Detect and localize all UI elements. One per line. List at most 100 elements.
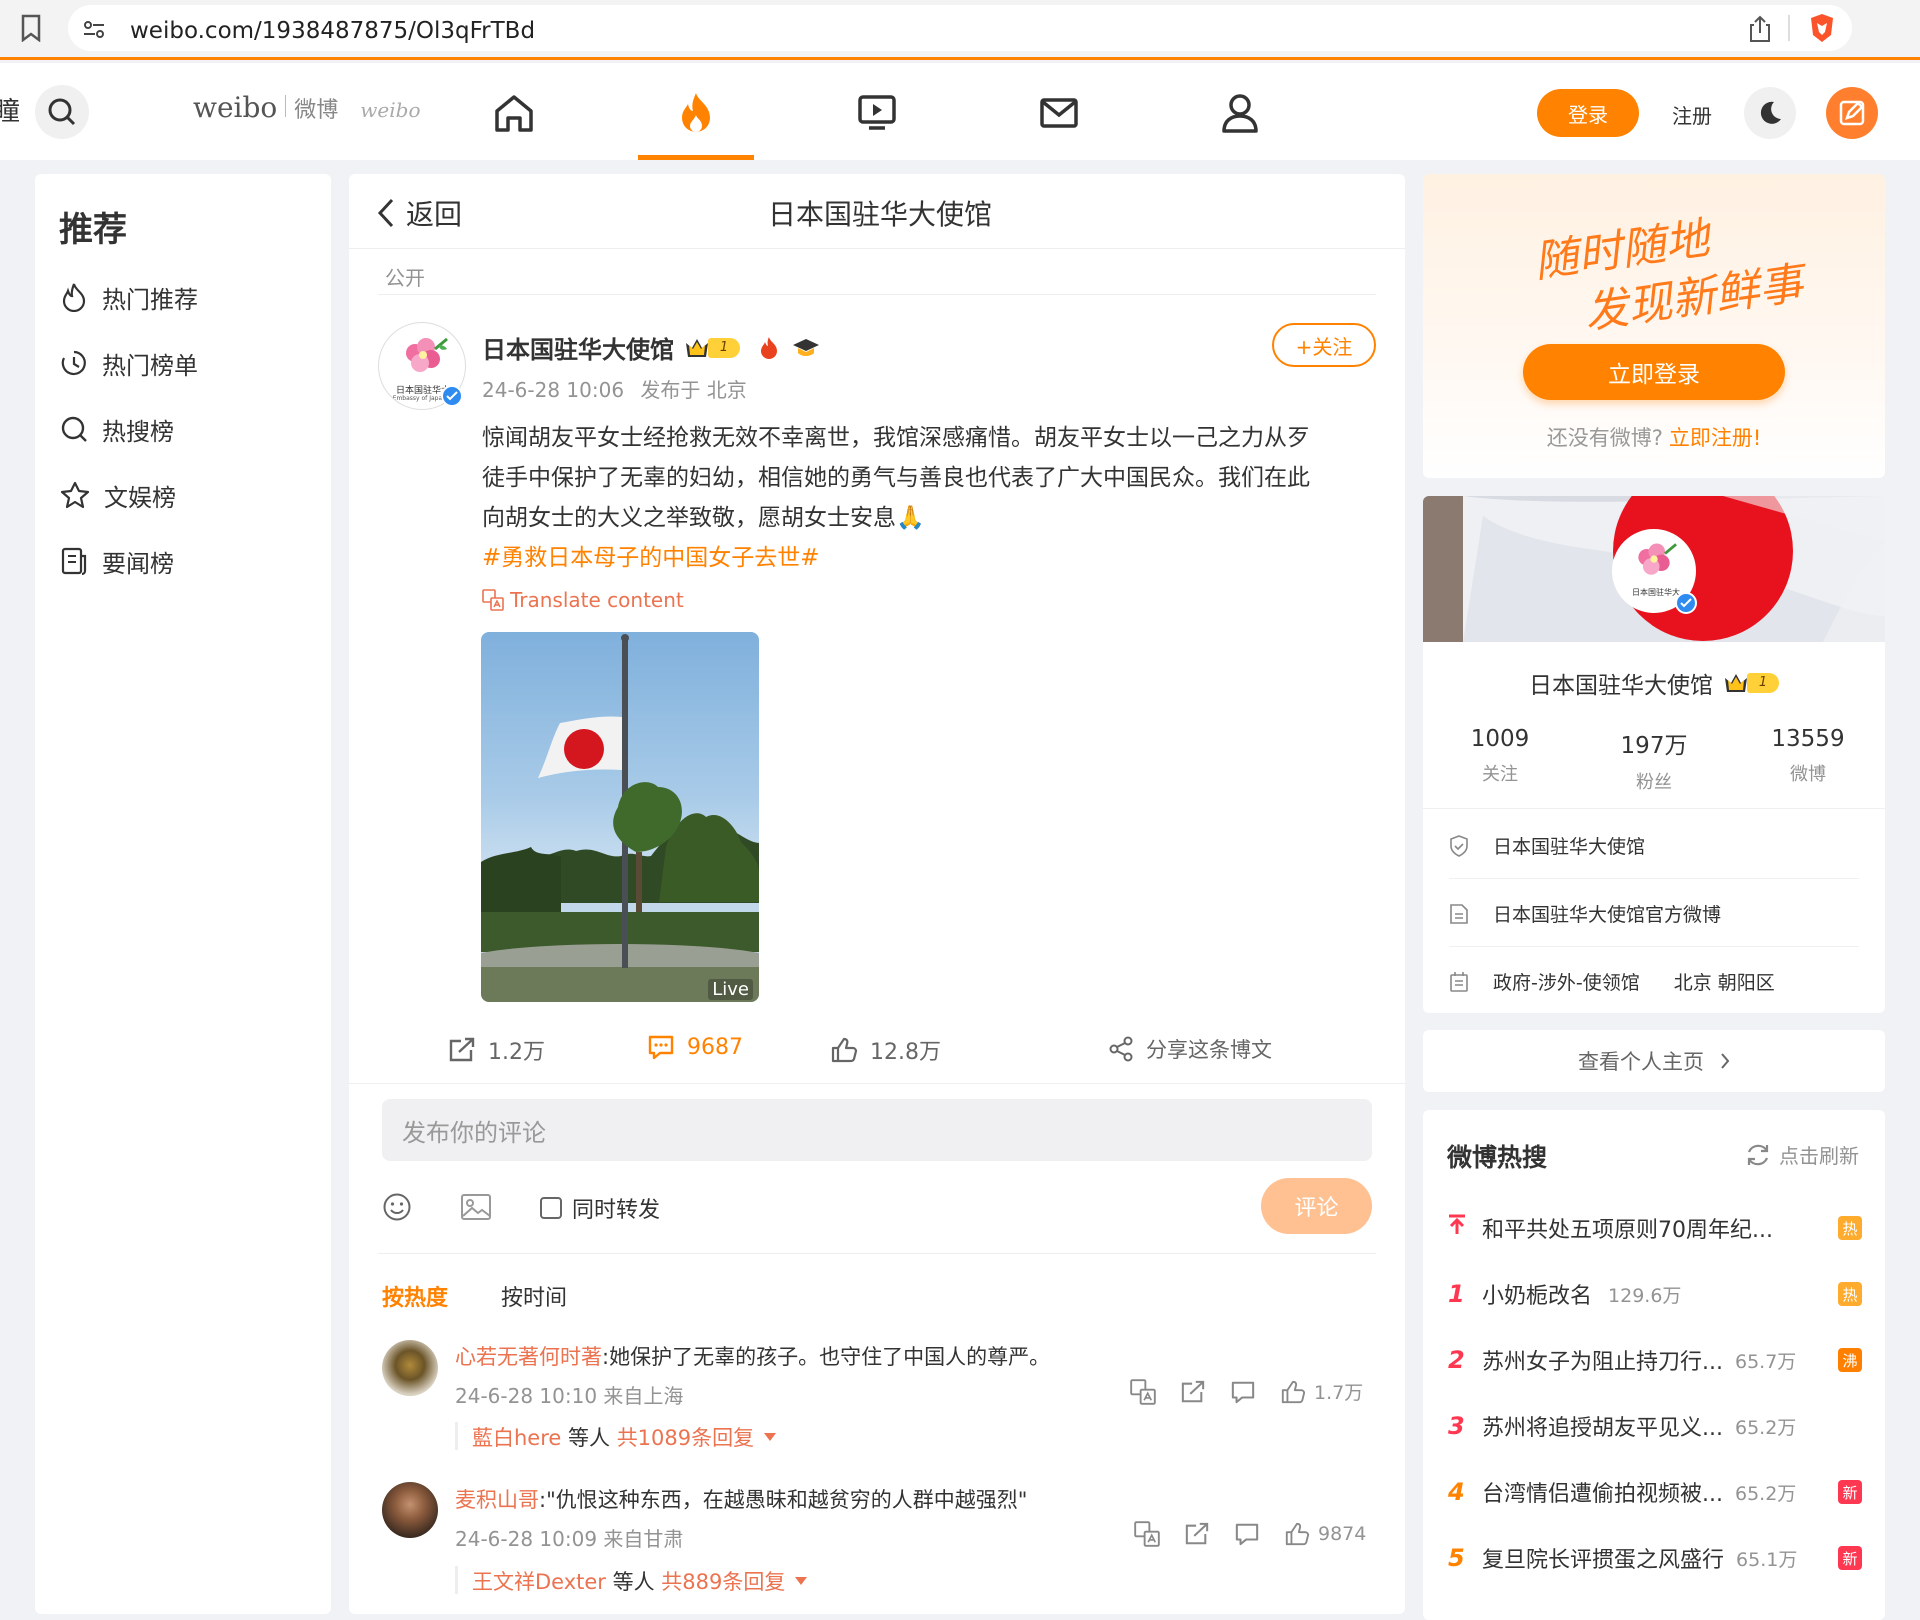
repost-button[interactable]: 1.2万 <box>448 1034 545 1066</box>
hot-search-item[interactable]: 1 小奶栀改名 129.6万 热 <box>1448 1274 1862 1314</box>
author-name[interactable]: 日本国驻华大使馆 <box>482 330 674 365</box>
shield-check-icon <box>1450 834 1468 857</box>
like-button[interactable]: 12.8万 <box>830 1034 941 1066</box>
bookmark-icon[interactable] <box>20 14 42 42</box>
reply-summary[interactable]: 王文祥Dexter 等人 共889条回复 <box>472 1566 808 1596</box>
also-repost-checkbox[interactable] <box>540 1197 562 1219</box>
sidebar-item-hot-search[interactable]: 热搜榜 <box>60 409 174 449</box>
video-icon <box>858 95 896 130</box>
login-now-button[interactable]: 立即登录 <box>1523 344 1785 400</box>
vip-level: 1 <box>1747 673 1779 693</box>
view-profile-button[interactable]: 查看个人主页 <box>1423 1030 1885 1092</box>
submit-comment-button[interactable]: 评论 <box>1261 1178 1372 1234</box>
nav-home[interactable] <box>484 83 544 143</box>
hot-search-item[interactable]: 4 台湾情侣遭偷拍视频被... 65.2万 新 <box>1448 1472 1862 1512</box>
home-icon <box>495 95 533 132</box>
hot-rank: 1 <box>1448 1280 1465 1308</box>
search-button[interactable] <box>35 85 89 139</box>
hot-search-item[interactable]: 5 复旦院长评掼蛋之风盛行 65.1万 新 <box>1448 1538 1862 1578</box>
divider <box>378 1253 1376 1254</box>
commenter-name[interactable]: 麦积山哥 <box>455 1488 539 1512</box>
comment-like-button[interactable]: 9874 <box>1284 1521 1366 1547</box>
compose-button[interactable] <box>1826 87 1878 139</box>
crown-icon <box>686 338 708 357</box>
share-post-button[interactable]: 分享这条博文 <box>1108 1034 1272 1064</box>
nav-profile[interactable] <box>1210 83 1270 143</box>
post-live-photo[interactable]: Live <box>481 632 759 1002</box>
medal-fire-icon[interactable] <box>758 336 780 360</box>
post-text-line: 惊闻胡友平女士经抢救无效不幸离世，我馆深感痛惜。胡友平女士以一己之力从歹 <box>482 425 1310 451</box>
browser-toolbar: weibo.com/1938487875/Ol3qFrTBd <box>0 0 1920 60</box>
hot-search-item[interactable]: 3 苏州将追授胡友平见义... 65.2万 <box>1448 1406 1862 1446</box>
translate-icon[interactable] <box>1134 1521 1160 1547</box>
theme-toggle-button[interactable] <box>1744 87 1796 139</box>
weibo-logo[interactable]: weibo 微博 weibo <box>193 91 421 124</box>
post-text-line: 徒手中保护了无辜的妇幼，相信她的勇气与善良也代表了广大中国民众。我们在此 <box>482 465 1310 491</box>
stat-fans[interactable]: 197万 粉丝 <box>1577 726 1731 794</box>
vip-crown-badge[interactable]: 1 <box>1723 672 1779 694</box>
sort-by-time-tab[interactable]: 按时间 <box>501 1280 567 1312</box>
refresh-button[interactable]: 点击刷新 <box>1745 1140 1859 1169</box>
login-button[interactable]: 登录 <box>1537 89 1639 137</box>
nav-video[interactable] <box>847 83 907 143</box>
emoji-icon[interactable] <box>382 1192 412 1222</box>
commenter-avatar[interactable] <box>382 1482 438 1538</box>
author-row: 日本国驻华大使馆 1 <box>482 330 820 365</box>
sort-by-hot-tab[interactable]: 按热度 <box>382 1280 448 1312</box>
caret-down-icon <box>764 1433 777 1441</box>
hot-search-item[interactable]: 和平共处五项原则70周年纪... 热 <box>1448 1208 1862 1248</box>
sidebar-item-hot-recommend[interactable]: 热门推荐 <box>60 277 198 317</box>
comment-like-button[interactable]: 1.7万 <box>1280 1378 1363 1405</box>
repost-icon[interactable] <box>1180 1380 1206 1404</box>
pinned-arrow-icon <box>1448 1214 1482 1242</box>
profile-name[interactable]: 日本国驻华大使馆 <box>1529 666 1713 700</box>
register-now-link[interactable]: 立即注册! <box>1669 426 1761 450</box>
nav-hot[interactable] <box>666 83 726 143</box>
nav-messages[interactable] <box>1029 83 1089 143</box>
sidebar-item-news[interactable]: 要闻榜 <box>60 541 174 581</box>
divider <box>349 1083 1405 1084</box>
sidebar-item-entertainment[interactable]: 文娱榜 <box>60 475 176 515</box>
address-bar[interactable]: weibo.com/1938487875/Ol3qFrTBd <box>68 5 1852 51</box>
active-tab-indicator <box>638 155 754 160</box>
thumbs-up-icon <box>831 1037 858 1063</box>
stat-following[interactable]: 1009 关注 <box>1423 726 1577 794</box>
translate-button[interactable]: Translate content <box>482 588 684 612</box>
post-time[interactable]: 24-6-28 10:06 <box>482 378 624 402</box>
hashtag-link[interactable]: #勇救日本母子的中国女子去世# <box>482 538 1382 578</box>
graduation-cap-icon[interactable] <box>792 337 820 359</box>
hot-search-item[interactable]: 2 苏州女子为阻止持刀行... 65.7万 沸 <box>1448 1340 1862 1380</box>
register-link[interactable]: 注册 <box>1672 100 1712 129</box>
profile-category: 政府-涉外-使领馆 北京 朝阳区 <box>1449 968 1775 995</box>
repost-icon[interactable] <box>1184 1522 1210 1546</box>
comment-button[interactable]: 9687 <box>647 1034 743 1060</box>
image-upload-icon[interactable] <box>460 1192 492 1222</box>
reply-count[interactable]: 共889条回复 <box>661 1566 785 1596</box>
also-repost-option[interactable]: 同时转发 <box>540 1192 660 1224</box>
comment-icon[interactable] <box>1234 1522 1260 1546</box>
comment-icon[interactable] <box>1230 1380 1256 1404</box>
cherry-blossom-icon <box>1638 543 1677 575</box>
reply-count[interactable]: 共1089条回复 <box>617 1422 754 1452</box>
stat-posts[interactable]: 13559 微博 <box>1731 726 1885 794</box>
commenter-name[interactable]: 心若无著何时著 <box>455 1345 602 1369</box>
follow-button[interactable]: +关注 <box>1272 323 1376 367</box>
edit-icon <box>1839 100 1865 126</box>
commenter-avatar[interactable] <box>382 1340 438 1396</box>
star-icon <box>60 481 90 509</box>
brave-shield-icon[interactable] <box>1808 13 1836 43</box>
reply-summary[interactable]: 藍白here 等人 共1089条回复 <box>472 1422 777 1452</box>
reply-user[interactable]: 藍白here <box>472 1422 561 1452</box>
comment-input[interactable]: 发布你的评论 <box>382 1099 1372 1161</box>
reply-user[interactable]: 王文祥Dexter <box>472 1566 606 1596</box>
vip-crown-badge[interactable]: 1 <box>684 337 740 359</box>
register-prompt: 还没有微博? 立即注册! <box>1423 422 1885 452</box>
news-icon <box>61 547 87 576</box>
sidebar-item-hot-list[interactable]: 热门榜单 <box>60 343 198 383</box>
share-icon[interactable] <box>1748 15 1772 43</box>
comment-text: :"仇恨这种东西，在越愚昧和越贫穷的人群中越强烈" <box>539 1488 1028 1512</box>
site-settings-icon[interactable] <box>82 17 106 41</box>
translate-icon[interactable] <box>1130 1378 1156 1405</box>
cherry-blossom-icon <box>406 337 448 372</box>
back-button[interactable]: 返回 <box>376 193 462 233</box>
